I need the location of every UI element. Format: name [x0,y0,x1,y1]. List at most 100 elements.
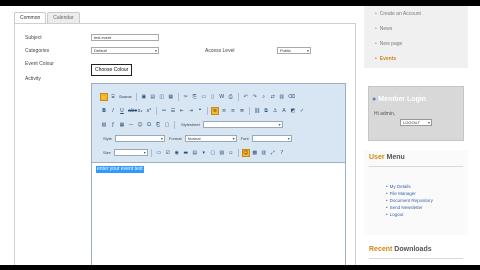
superscript-icon[interactable]: x² [145,107,153,115]
replace-icon[interactable]: ⇄ [269,93,277,101]
menu-link-document-repository[interactable]: • Document Repository [386,198,433,203]
categories-select[interactable]: Default ▾ [91,47,159,54]
nav-item-events[interactable]: • Events [375,56,396,62]
editor-content[interactable]: enter your event text [92,164,345,265]
toolbar-row-5: Size ▾ ▭ ☑ ◉ ▬ ▤ ▾ ▢ ▨ ▫ ☺ ▩ ▥ ⤢ ? [100,147,286,158]
menu-link-file-manager[interactable]: • File Manager [386,191,416,196]
toolbar-separator [207,106,208,115]
toolbar-separator [237,148,239,157]
emoji-icon[interactable]: ☺ [241,148,250,157]
bullet-icon: • [386,198,388,203]
flash-icon[interactable]: ƒ [109,121,117,129]
downloads-divider [369,258,463,259]
anchor-icon[interactable]: ⚓ [271,107,279,115]
preview-icon[interactable]: ◫ [158,93,166,101]
source-icon[interactable]: ⌸ [109,93,117,101]
template-icon[interactable]: ▦ [167,93,175,101]
toolbar-row-4: Style ▾ Format Normal ▾ Font ▾ [100,133,292,144]
chevron-down-icon: ▾ [143,150,146,155]
cut-icon[interactable]: ✂ [182,93,190,101]
radio-icon[interactable]: ◉ [173,149,181,157]
selected-content-text[interactable]: enter your event text [96,166,144,173]
select-all-icon[interactable]: ▥ [278,93,286,101]
print-icon[interactable]: ⎙ [227,93,235,101]
menu-link-logout[interactable]: • Logout [386,212,403,217]
select-field-icon[interactable]: ▾ [200,149,208,157]
image-button-icon[interactable]: ▨ [218,149,226,157]
paste-word-icon[interactable]: W [218,93,226,101]
menu-link-label: Send Newsletter [389,205,423,210]
numbered-list-icon[interactable]: ≔ [160,107,168,115]
table-icon[interactable]: ▦ [118,121,126,129]
maximize-icon[interactable]: ⤢ [269,149,277,157]
gallery-icon[interactable]: ▩ [251,149,259,157]
chevron-down-icon: ▾ [427,120,430,125]
nav-item-create-account[interactable]: • Create an Account [375,11,421,17]
menu-link-send-newsletter[interactable]: • Send Newsletter [386,205,423,210]
access-level-select[interactable]: Public ▾ [277,47,311,54]
horizontal-rule-icon[interactable]: — [127,121,135,129]
toolbar-separator [177,92,179,101]
chevron-down-icon: ▾ [287,136,290,141]
size-select[interactable]: ▾ [113,149,148,156]
form-icon[interactable]: ▭ [155,149,163,157]
format-select[interactable]: Normal ▾ [184,135,237,142]
align-left-icon[interactable]: ≡ [211,106,219,115]
unlink-icon[interactable]: ⧉ [262,107,270,115]
style-select[interactable]: ▾ [114,135,165,142]
undo-icon[interactable]: ↶ [242,93,250,101]
background-color-icon[interactable]: ◩ [289,107,297,115]
special-char-icon[interactable]: Ω [145,121,153,129]
button-field-icon[interactable]: ▢ [209,149,217,157]
stylesheet-label: Stylesheet [181,122,200,127]
font-select[interactable]: ▾ [251,135,292,142]
paste-icon[interactable]: ▭ [200,93,208,101]
toolbar-separator [174,120,175,129]
align-justify-icon[interactable]: ≣ [238,107,246,115]
nav-item-label: News [379,26,393,32]
about-icon[interactable]: ? [278,149,286,157]
hidden-field-icon[interactable]: ▫ [227,149,235,157]
outdent-icon[interactable]: ⇤ [178,107,186,115]
redo-icon[interactable]: ↷ [251,93,259,101]
source-button-label[interactable]: Source [118,94,133,99]
text-color-icon[interactable]: A [280,107,288,115]
menu-link-my-details[interactable]: • My Details [386,184,411,189]
document-icon[interactable]: ▥ [260,149,268,157]
subscript-icon[interactable]: x₂ [136,107,144,115]
subject-input[interactable]: test event [91,34,159,41]
align-center-icon[interactable]: ≡ [220,107,228,115]
underline-icon[interactable]: U [118,107,126,115]
bold-icon[interactable]: B [100,107,108,115]
textarea-icon[interactable]: ▤ [191,149,199,157]
italic-icon[interactable]: I [109,107,117,115]
new-page-icon[interactable]: ▤ [149,93,157,101]
image-icon[interactable]: ▧ [100,121,108,129]
page-break-icon[interactable]: ⎗ [154,121,162,129]
textfield-icon[interactable]: ▬ [182,149,190,157]
remove-format-icon[interactable]: ⌫ [287,93,295,101]
logout-select[interactable]: LOGOUT ▾ [400,119,432,126]
blockquote-icon[interactable]: ❝ [196,107,204,115]
recent-downloads-title-accent: Recent [369,246,393,253]
stylesheet-select[interactable]: ▾ [202,121,283,128]
nav-item-news[interactable]: • News [375,26,392,32]
find-icon[interactable]: ⌕ [260,93,268,101]
save-icon[interactable]: ▣ [140,93,148,101]
bulleted-list-icon[interactable]: ☰ [169,107,177,115]
hand-icon[interactable]: ✋ [100,92,108,101]
spellcheck-icon[interactable]: ✓ [298,107,306,115]
smiley-icon[interactable]: ☺ [136,121,144,129]
strikethrough-icon[interactable]: abc [127,107,137,115]
iframe-icon[interactable]: ▢ [163,121,171,129]
nav-item-label: New page [379,41,403,47]
choose-colour-button[interactable]: Choose Colour [91,64,133,76]
align-right-icon[interactable]: ≡ [229,107,237,115]
indent-icon[interactable]: ⇥ [187,107,195,115]
bullet-icon: • [375,11,377,17]
copy-icon[interactable]: ⎘ [191,93,199,101]
paste-text-icon[interactable]: ▯ [209,93,217,101]
link-icon[interactable]: ⛓ [253,107,261,115]
nav-item-new-page[interactable]: • New page [375,41,402,47]
checkbox-icon[interactable]: ☑ [164,149,172,157]
